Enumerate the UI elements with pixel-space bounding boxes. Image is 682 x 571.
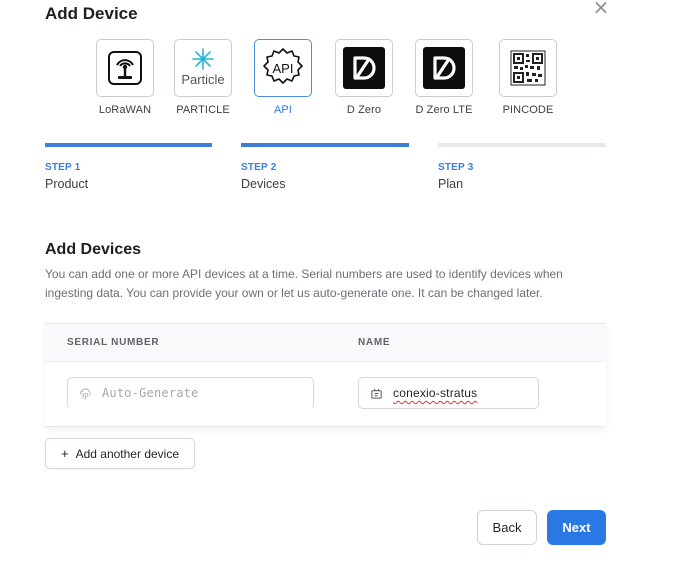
step-progress-bar-3 xyxy=(438,143,606,147)
step-number: STEP 3 xyxy=(438,162,474,173)
serial-number-header: SERIAL NUMBER xyxy=(67,337,160,348)
pincode-tile[interactable] xyxy=(499,39,557,97)
step-plan[interactable]: STEP 3 Plan xyxy=(438,162,473,191)
devices-table: SERIAL NUMBER NAME Auto-Generate conexio… xyxy=(45,323,606,427)
step-product[interactable]: STEP 1 Product xyxy=(45,162,88,191)
device-type-label: D Zero xyxy=(346,104,382,116)
device-name-value: conexio-stratus xyxy=(393,386,478,400)
device-type-d-zero[interactable]: D Zero xyxy=(329,39,399,116)
device-tag-icon xyxy=(369,386,383,400)
particle-tile[interactable]: Particle xyxy=(174,39,232,97)
add-another-device-button[interactable]: + Add another device xyxy=(45,438,195,469)
device-type-label: LoRaWAN xyxy=(98,104,152,116)
step-name: Devices xyxy=(241,177,286,191)
device-name-input[interactable]: conexio-stratus xyxy=(358,377,539,409)
step-name: Product xyxy=(45,177,89,191)
api-logo-text: API xyxy=(273,61,294,76)
section-title: Add Devices xyxy=(45,241,142,258)
d-zero-lte-tile[interactable] xyxy=(415,39,473,97)
device-type-label: PARTICLE xyxy=(176,104,230,116)
d-zero-tile[interactable] xyxy=(335,39,393,97)
device-type-selector: LoRaWAN Particle PARTICLE API API D Zero… xyxy=(90,39,590,119)
close-icon[interactable]: × xyxy=(591,0,611,20)
device-type-lorawan[interactable]: LoRaWAN xyxy=(90,39,160,116)
device-type-api[interactable]: API API xyxy=(248,39,318,116)
device-type-label: API xyxy=(273,104,293,116)
next-button[interactable]: Next xyxy=(547,510,606,545)
api-gear-icon: API xyxy=(263,48,303,84)
device-type-label: D Zero LTE xyxy=(415,104,473,116)
lorawan-tile[interactable] xyxy=(96,39,154,97)
d-zero-icon xyxy=(343,47,385,89)
device-type-label: PINCODE xyxy=(502,104,554,116)
qr-code-icon xyxy=(510,50,546,86)
back-button[interactable]: Back xyxy=(477,510,537,545)
step-devices[interactable]: STEP 2 Devices xyxy=(241,162,285,191)
step-number: STEP 2 xyxy=(241,162,277,173)
name-header: NAME xyxy=(358,337,391,348)
modal-title: Add Device xyxy=(45,4,138,23)
section-description: You can add one or more API devices at a… xyxy=(45,267,563,300)
lorawan-icon xyxy=(108,51,142,85)
device-type-pincode[interactable]: PINCODE xyxy=(493,39,563,116)
table-header: SERIAL NUMBER NAME xyxy=(45,324,606,362)
api-tile[interactable]: API xyxy=(254,39,312,97)
fingerprint-icon xyxy=(78,386,92,400)
step-progress-bar-2 xyxy=(241,143,409,147)
step-progress-bar-1 xyxy=(45,143,212,147)
particle-logo-text: Particle xyxy=(181,72,224,87)
particle-icon: Particle xyxy=(181,48,225,87)
device-type-particle[interactable]: Particle PARTICLE xyxy=(168,39,238,116)
step-number: STEP 1 xyxy=(45,162,81,173)
serial-number-input[interactable]: Auto-Generate xyxy=(67,377,314,409)
device-type-d-zero-lte[interactable]: D Zero LTE xyxy=(409,39,479,116)
d-zero-lte-icon xyxy=(423,47,465,89)
plus-icon: + xyxy=(61,446,69,461)
step-name: Plan xyxy=(438,177,464,191)
add-device-label: Add another device xyxy=(75,446,179,461)
serial-number-placeholder: Auto-Generate xyxy=(102,386,199,400)
